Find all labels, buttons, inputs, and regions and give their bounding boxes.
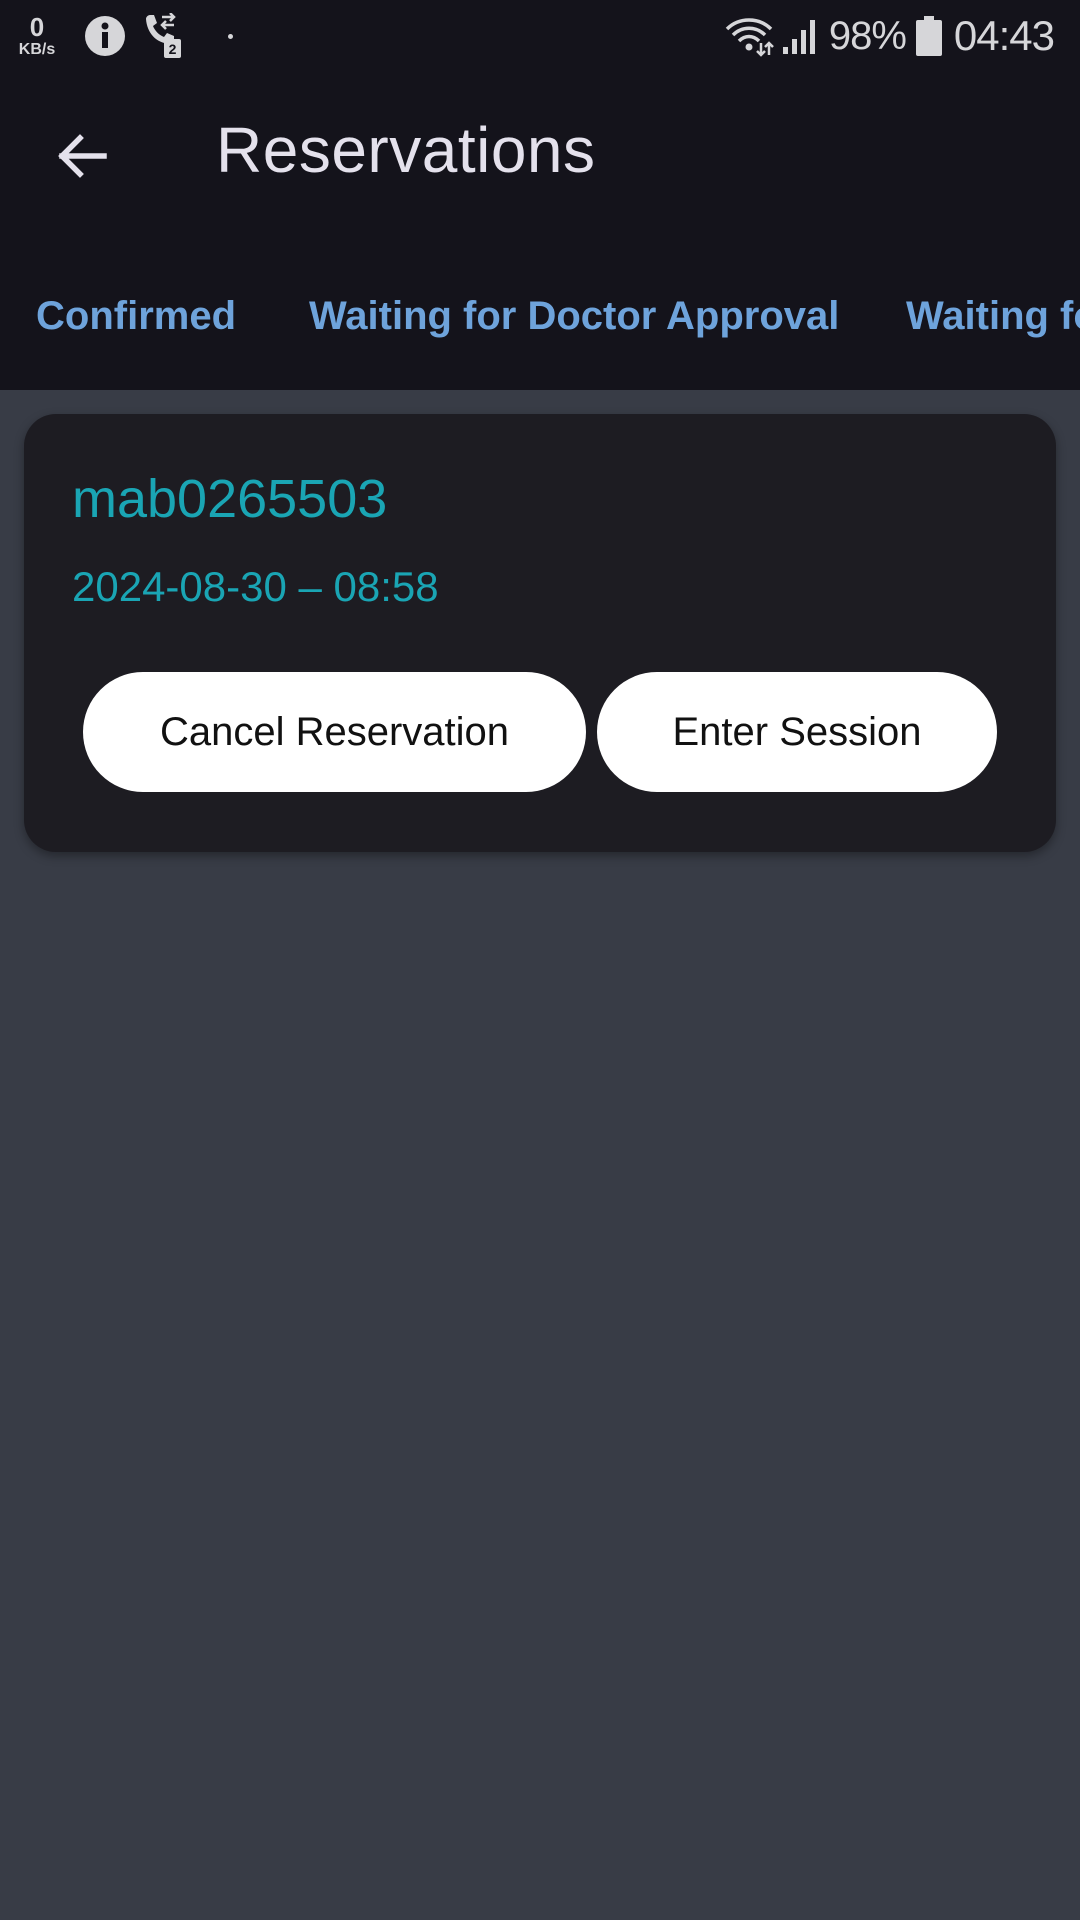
enter-session-button[interactable]: Enter Session (597, 672, 997, 792)
reservation-datetime: 2024-08-30 – 08:58 (72, 563, 439, 610)
status-clock: 04:43 (953, 12, 1055, 59)
battery-percentage: 98% (828, 13, 907, 58)
sim-slot-number: 2 (169, 41, 177, 57)
tab-waiting-partial[interactable]: Waiting fo (906, 294, 1080, 339)
tab-bar: Confirmed Waiting for Doctor Approval Wa… (0, 240, 1080, 390)
network-speed-indicator: 0 KB/s (14, 14, 60, 58)
notification-dot-icon (228, 33, 233, 39)
cancel-reservation-button[interactable]: Cancel Reservation (83, 672, 586, 792)
status-bar: 0 KB/s 2 98% 04:43 (0, 0, 1080, 72)
app-bar: Reservations (0, 72, 1080, 240)
status-left-group: 0 KB/s 2 (14, 10, 233, 62)
reservation-card: mab0265503 2024-08-30 – 08:58 Cancel Res… (24, 414, 1056, 852)
battery-icon (915, 16, 942, 56)
wifi-icon (725, 18, 774, 57)
network-speed-unit: KB/s (18, 41, 56, 58)
signal-icon (782, 20, 815, 54)
call-forwarding-icon: 2 (146, 13, 181, 58)
tab-waiting-for-doctor-approval[interactable]: Waiting for Doctor Approval (309, 294, 839, 339)
reservation-code: mab0265503 (72, 469, 388, 529)
page-title: Reservations (216, 114, 596, 186)
arrow-back-icon (58, 134, 107, 178)
tab-confirmed[interactable]: Confirmed (36, 294, 236, 339)
info-icon (85, 16, 125, 56)
network-speed-value: 0 (29, 12, 45, 42)
status-right-group: 98% 04:43 (725, 10, 1055, 62)
back-button[interactable] (44, 118, 120, 194)
